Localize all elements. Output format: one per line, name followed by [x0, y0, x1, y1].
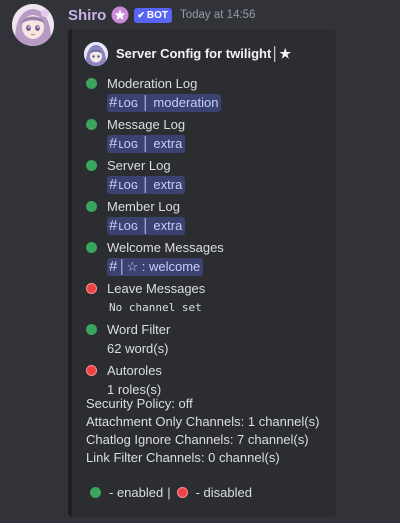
- attachment-only-text: Attachment Only Channels: 1 channel(s): [86, 414, 320, 429]
- config-entry-autoroles: Autoroles 1 roles(s): [86, 361, 336, 399]
- channel-mention[interactable]: #│☆ : welcome: [107, 257, 204, 276]
- channel-hash-icon: #: [109, 216, 118, 234]
- channel-mention[interactable]: #ʟᴏɢ │ extra: [107, 134, 186, 153]
- avatar[interactable]: [12, 4, 54, 46]
- security-policy-text: Security Policy: off: [86, 396, 193, 411]
- embed-title: Server Config for twilight│★: [116, 46, 292, 61]
- enabled-status-icon: [86, 119, 97, 130]
- disabled-legend-icon: [176, 487, 188, 498]
- embed-author: Server Config for twilight│★: [84, 42, 291, 66]
- channel-mention[interactable]: #ʟᴏɢ │ moderation: [107, 93, 222, 112]
- channel-name: ʟᴏɢ │ extra: [118, 176, 183, 192]
- legend-separator: |: [167, 485, 171, 500]
- disabled-status-icon: [86, 365, 97, 376]
- channel-hash-icon: #: [109, 175, 118, 193]
- channel-name: ʟᴏɢ │ extra: [118, 135, 183, 151]
- entry-label: Member Log: [107, 199, 180, 214]
- timestamp[interactable]: Today at 14:56: [180, 9, 255, 21]
- bot-tag-label: BOT: [146, 9, 168, 21]
- channel-mention[interactable]: #ʟᴏɢ │ extra: [107, 175, 186, 194]
- disabled-legend-label: - disabled: [195, 485, 252, 500]
- no-channel-code: No channel set: [107, 301, 204, 314]
- enabled-legend-label: - enabled: [109, 485, 164, 500]
- channel-mention[interactable]: #ʟᴏɢ │ extra: [107, 216, 186, 235]
- entry-label: Word Filter: [107, 322, 171, 337]
- config-entry-member-log: Member Log #ʟᴏɢ │ extra: [86, 197, 336, 235]
- entry-label: Server Log: [107, 158, 171, 173]
- entry-label: Autoroles: [107, 363, 162, 378]
- disabled-status-icon: [86, 283, 97, 294]
- embed-author-icon: [84, 42, 108, 66]
- entry-value: 62 word(s): [107, 341, 169, 356]
- enabled-status-icon: [86, 78, 97, 89]
- embed: Server Config for twilight│★ Moderation …: [68, 29, 336, 517]
- enabled-status-icon: [86, 324, 97, 335]
- channel-hash-icon: #: [109, 93, 118, 111]
- config-entry-moderation-log: Moderation Log #ʟᴏɢ │ moderation: [86, 74, 336, 112]
- entry-label: Welcome Messages: [107, 240, 224, 255]
- message-header: Shiro ✔ BOT Today at 14:56: [68, 5, 255, 25]
- config-entry-server-log: Server Log #ʟᴏɢ │ extra: [86, 156, 336, 194]
- config-list: Moderation Log #ʟᴏɢ │ moderation Message…: [86, 74, 336, 402]
- config-entry-welcome-messages: Welcome Messages #│☆ : welcome: [86, 238, 336, 276]
- enabled-status-icon: [86, 201, 97, 212]
- config-entry-message-log: Message Log #ʟᴏɢ │ extra: [86, 115, 336, 153]
- entry-label: Moderation Log: [107, 76, 198, 91]
- config-entry-leave-messages: Leave Messages No channel set: [86, 279, 336, 317]
- status-legend: - enabled | - disabled: [90, 485, 252, 500]
- config-stats: Security Policy: off Attachment Only Cha…: [86, 395, 319, 467]
- chatlog-ignore-text: Chatlog Ignore Channels: 7 channel(s): [86, 432, 309, 447]
- verified-check-icon: ✔: [137, 9, 145, 20]
- enabled-status-icon: [86, 242, 97, 253]
- role-badge-icon[interactable]: [111, 6, 129, 24]
- channel-hash-icon: #: [109, 134, 118, 152]
- channel-name: ʟᴏɢ │ moderation: [118, 94, 219, 110]
- channel-hash-icon: #: [109, 257, 118, 275]
- channel-name: ʟᴏɢ │ extra: [118, 217, 183, 233]
- config-entry-word-filter: Word Filter 62 word(s): [86, 320, 336, 358]
- enabled-status-icon: [86, 160, 97, 171]
- bot-message: Shiro ✔ BOT Today at 14:56 Server Config…: [0, 0, 400, 523]
- username[interactable]: Shiro: [68, 7, 106, 24]
- enabled-legend-icon: [90, 487, 101, 498]
- link-filter-text: Link Filter Channels: 0 channel(s): [86, 450, 280, 465]
- anime-girl-avatar-icon: [12, 4, 54, 46]
- entry-label: Message Log: [107, 117, 186, 132]
- entry-label: Leave Messages: [107, 281, 206, 296]
- bot-tag: ✔ BOT: [134, 7, 172, 23]
- channel-name: │☆ : welcome: [118, 258, 201, 274]
